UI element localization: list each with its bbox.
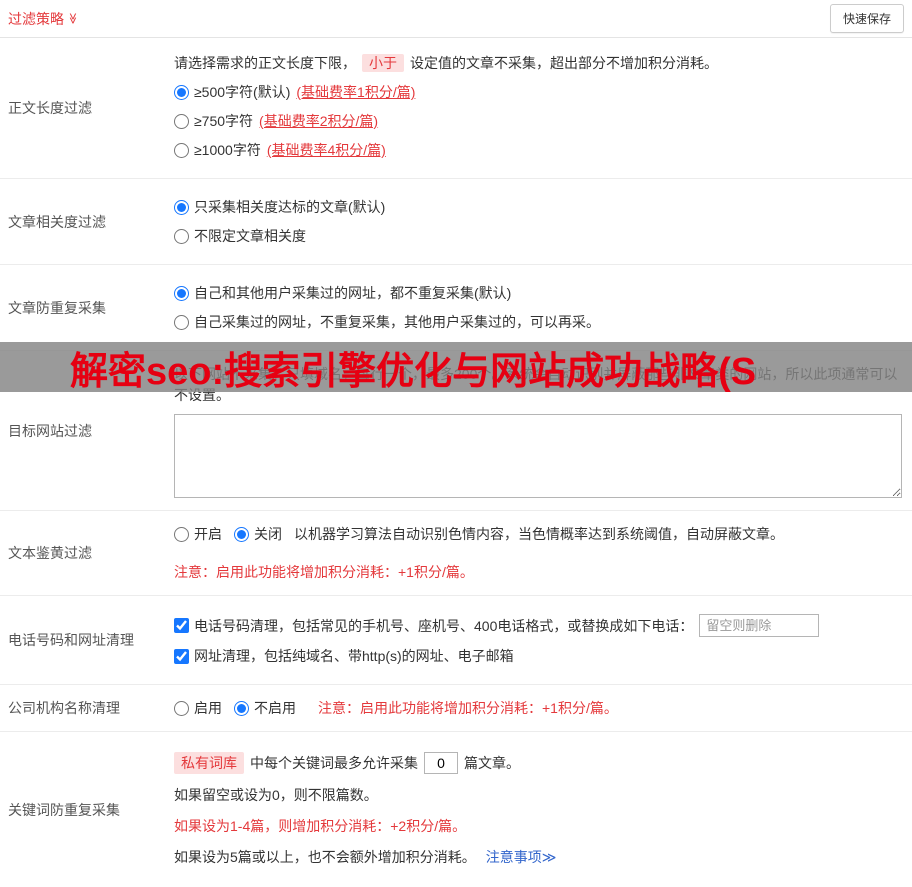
radio-relevance-any[interactable] (174, 228, 189, 244)
section-content: 开启 关闭 以机器学习算法自动识别色情内容，当色情概率达到系统阈值，自动屏蔽文章… (174, 511, 912, 595)
radio-label: 自己采集过的网址，不重复采集，其他用户采集过的，可以再采。 (194, 314, 600, 330)
rate-note-link[interactable]: (基础费率1积分/篇) (296, 82, 415, 102)
quick-save-button[interactable]: 快速保存 (829, 4, 904, 33)
private-thesaurus-link[interactable]: 私有词库 (174, 752, 244, 774)
watermark-text: 解密seo:搜索引擎优化与网站成功战略(S (70, 350, 757, 393)
radio-option-dedup-self-only[interactable]: 自己采集过的网址，不重复采集，其他用户采集过的，可以再采。 (174, 312, 902, 332)
radio-option-org-enable[interactable]: 启用 (174, 698, 222, 718)
section-porn-filter: 文本鉴黄过滤 开启 关闭 以机器学习算法自动识别色情内容，当色情概率达到系统阈值… (0, 511, 912, 596)
notes-link[interactable]: 注意事项≫ (486, 847, 557, 867)
max-articles-input[interactable] (424, 752, 458, 774)
intro-text-before: 请选择需求的正文长度下限， (174, 55, 356, 71)
radio-dedup-self-only[interactable] (174, 314, 189, 330)
keyword-limit-suffix: 篇文章。 (464, 755, 520, 771)
radio-1000-chars[interactable] (174, 142, 189, 158)
radio-porn-off[interactable] (234, 526, 249, 542)
section-relevance-filter: 文章相关度过滤 只采集相关度达标的文章(默认) 不限定文章相关度 (0, 179, 912, 265)
section-label: 文本鉴黄过滤 (8, 545, 92, 561)
section-company-name-cleanup: 公司机构名称清理 启用 不启用 注意：启用此功能将增加积分消耗：+1积分/篇。 (0, 685, 912, 732)
section-label: 文章相关度过滤 (8, 213, 106, 230)
radio-option-porn-on[interactable]: 开启 (174, 524, 222, 544)
checkbox-option-url-cleanup[interactable]: 网址清理，包括纯域名、带http(s)的网址、电子邮箱 (174, 646, 902, 666)
radio-option-porn-off[interactable]: 关闭 (234, 524, 282, 544)
radio-label: 自己和其他用户采集过的网址，都不重复采集(默认) (194, 285, 512, 301)
radio-label: 不限定文章相关度 (194, 228, 306, 244)
rate-note-link[interactable]: (基础费率2积分/篇) (259, 111, 378, 131)
radio-label: 只采集相关度达标的文章(默认) (194, 199, 386, 215)
org-cleanup-cost-note: 注意：启用此功能将增加积分消耗：+1积分/篇。 (318, 700, 618, 716)
keyword-limit-line: 私有词库 中每个关键词最多允许采集 篇文章。 (174, 752, 902, 774)
section-content: 请选择需求的正文长度下限， 小于 设定值的文章不采集，超出部分不增加积分消耗。 ≥5… (174, 38, 912, 178)
radio-option-relevance-any[interactable]: 不限定文章相关度 (174, 226, 902, 246)
radio-dedup-all-users[interactable] (174, 285, 189, 301)
radio-label: 不启用 (254, 700, 296, 716)
radio-500-chars[interactable] (174, 84, 189, 100)
radio-org-disable[interactable] (234, 700, 249, 716)
radio-label: 启用 (194, 700, 222, 716)
section-content: 只采集相关度达标的文章(默认) 不限定文章相关度 (174, 179, 912, 264)
rate-note-link[interactable]: (基础费率4积分/篇) (267, 140, 386, 160)
toolbar: 过滤策略 ≫ 快速保存 (0, 0, 912, 38)
radio-label: ≥500字符(默认) (194, 84, 291, 100)
section-content: 私有词库 中每个关键词最多允许采集 篇文章。 如果留空或设为0，则不限篇数。 如… (174, 732, 912, 887)
keyword-cost-note: 如果设为1-4篇，则增加积分消耗：+2积分/篇。 (174, 818, 467, 834)
porn-filter-options: 开启 关闭 以机器学习算法自动识别色情内容，当色情概率达到系统阈值，自动屏蔽文章… (174, 520, 902, 548)
porn-filter-description: 以机器学习算法自动识别色情内容，当色情概率达到系统阈值，自动屏蔽文章。 (294, 526, 784, 542)
radio-option-dedup-all-users[interactable]: 自己和其他用户采集过的网址，都不重复采集(默认) (174, 283, 902, 303)
section-content: 电话号码清理，包括常见的手机号、座机号、400电话格式，或替换成如下电话： 网址… (174, 596, 912, 684)
section-content: 启用 不启用 注意：启用此功能将增加积分消耗：+1积分/篇。 (174, 685, 912, 731)
chevron-down-icon: ≫ (66, 12, 79, 25)
section-label: 文章防重复采集 (8, 299, 106, 316)
page-title-text: 过滤策略 (8, 10, 64, 27)
blocked-domains-textarea[interactable] (174, 414, 902, 498)
checkbox-url-cleanup[interactable] (174, 648, 189, 664)
less-than-highlight: 小于 (362, 54, 404, 72)
keyword-limit-text: 中每个关键词最多允许采集 (250, 755, 418, 771)
porn-filter-cost-note: 注意：启用此功能将增加积分消耗：+1积分/篇。 (174, 564, 474, 580)
checkbox-label: 电话号码清理，包括常见的手机号、座机号、400电话格式，或替换成如下电话： (194, 617, 694, 634)
radio-option-org-disable[interactable]: 不启用 (234, 698, 296, 718)
radio-750-chars[interactable] (174, 113, 189, 129)
section-keyword-dedup: 关键词防重复采集 私有词库 中每个关键词最多允许采集 篇文章。 如果留空或设为0… (0, 732, 912, 887)
radio-label: 开启 (194, 526, 222, 542)
watermark-overlay: 解密seo:搜索引擎优化与网站成功战略(S (0, 342, 912, 392)
radio-porn-on[interactable] (174, 526, 189, 542)
section-dedup-collection: 文章防重复采集 自己和其他用户采集过的网址，都不重复采集(默认) 自己采集过的网… (0, 265, 912, 351)
intro-text-after: 设定值的文章不采集，超出部分不增加积分消耗。 (410, 55, 718, 71)
section-label: 电话号码和网址清理 (8, 632, 134, 648)
section-label: 关键词防重复采集 (8, 801, 120, 818)
section-label: 正文长度过滤 (8, 100, 92, 116)
radio-option-500-chars[interactable]: ≥500字符(默认) (基础费率1积分/篇) (174, 82, 902, 102)
radio-option-relevance-default[interactable]: 只采集相关度达标的文章(默认) (174, 197, 902, 217)
section-label: 公司机构名称清理 (8, 700, 120, 716)
radio-org-enable[interactable] (174, 700, 189, 716)
checkbox-label: 网址清理，包括纯域名、带http(s)的网址、电子邮箱 (194, 648, 514, 664)
radio-label: 关闭 (254, 526, 282, 542)
section-content: 自己和其他用户采集过的网址，都不重复采集(默认) 自己采集过的网址，不重复采集，… (174, 265, 912, 350)
keyword-five-plus-line: 如果设为5篇或以上，也不会额外增加积分消耗。 注意事项≫ (174, 847, 902, 867)
keyword-unlimited-note: 如果留空或设为0，则不限篇数。 (174, 787, 378, 803)
radio-relevance-default[interactable] (174, 199, 189, 215)
replacement-phone-input[interactable] (699, 614, 820, 637)
radio-option-750-chars[interactable]: ≥750字符 (基础费率2积分/篇) (174, 111, 902, 131)
checkbox-option-phone-cleanup[interactable]: 电话号码清理，包括常见的手机号、座机号、400电话格式，或替换成如下电话： (174, 614, 902, 637)
section-phone-url-cleanup: 电话号码和网址清理 电话号码清理，包括常见的手机号、座机号、400电话格式，或替… (0, 596, 912, 685)
radio-option-1000-chars[interactable]: ≥1000字符 (基础费率4积分/篇) (174, 140, 902, 160)
section-body-length-filter: 正文长度过滤 请选择需求的正文长度下限， 小于 设定值的文章不采集，超出部分不增加积… (0, 38, 912, 179)
page-title[interactable]: 过滤策略 ≫ (8, 9, 79, 29)
checkbox-phone-cleanup[interactable] (174, 618, 189, 633)
radio-label: ≥750字符 (194, 113, 254, 129)
keyword-five-plus-text: 如果设为5篇或以上，也不会额外增加积分消耗。 (174, 849, 476, 865)
radio-label: ≥1000字符 (194, 142, 261, 158)
body-length-intro: 请选择需求的正文长度下限， 小于 设定值的文章不采集，超出部分不增加积分消耗。 (174, 53, 902, 73)
